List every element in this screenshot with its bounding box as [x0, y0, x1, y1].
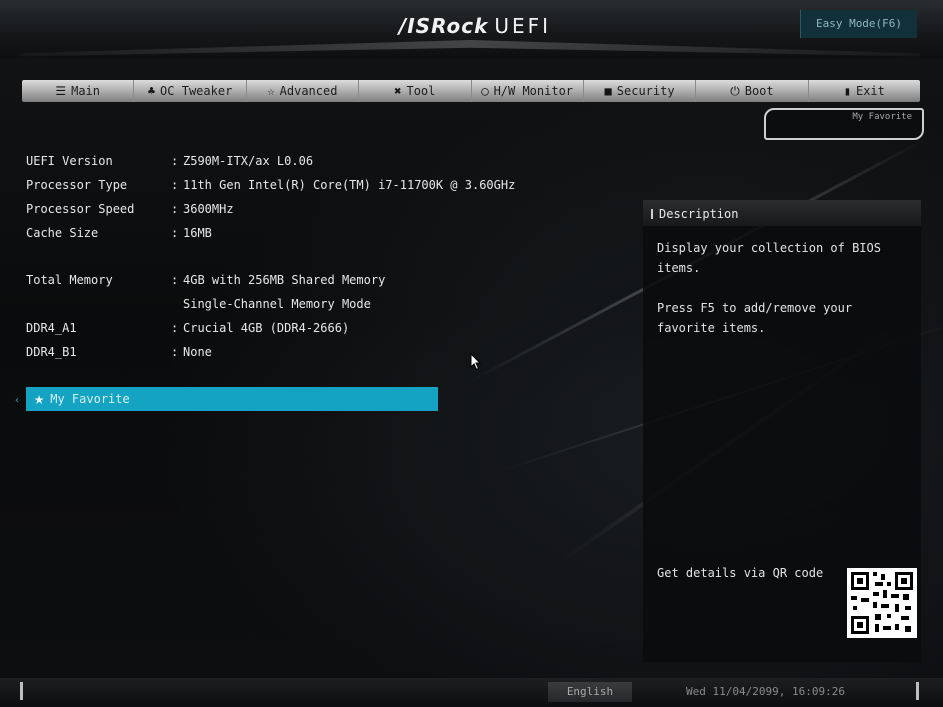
my-favorite-item-label: My Favorite	[50, 392, 130, 406]
colon: :	[171, 345, 179, 359]
colon: :	[171, 178, 179, 192]
my-favorite-badge[interactable]: My Favorite	[764, 108, 924, 140]
mouse-cursor-icon	[470, 353, 482, 371]
info-cache-size: Cache Size:16MB	[26, 226, 212, 240]
star-icon: ★	[34, 389, 45, 409]
tab-security[interactable]: ■ Security	[584, 80, 697, 102]
tab-hw-monitor[interactable]: ◯ H/W Monitor	[472, 80, 584, 102]
description-hint: Press F5 to add/remove your favorite ite…	[657, 301, 853, 335]
tools-icon: ✖	[394, 84, 402, 98]
description-title: Description	[659, 207, 739, 221]
info-label: DDR4_B1	[26, 345, 77, 359]
header-decoration	[20, 40, 920, 57]
shield-icon: ■	[604, 84, 612, 98]
tab-oc-tweaker[interactable]: ♣ OC Tweaker	[134, 80, 247, 102]
info-value: 4GB with 256MB Shared Memory	[183, 273, 386, 287]
colon: :	[171, 154, 179, 168]
uefi-screen: /ISRock UEFI Easy Mode(F6) ☰ Main ♣ OC Twea…	[0, 0, 943, 707]
tab-label: H/W Monitor	[493, 84, 574, 98]
my-favorite-item[interactable]: ★ My Favorite	[26, 387, 438, 411]
tab-boot[interactable]: ⏻ Boot	[696, 80, 809, 102]
info-total-memory: Total Memory:4GB with 256MB Shared Memor…	[26, 273, 385, 287]
info-memory-mode: Single-Channel Memory Mode	[183, 297, 371, 311]
info-label: UEFI Version	[26, 154, 113, 168]
fan-icon: ♣	[147, 84, 156, 98]
tab-label: Tool	[406, 84, 436, 98]
tab-exit[interactable]: ▮ Exit	[809, 80, 920, 102]
tab-label: Main	[71, 84, 101, 98]
colon: :	[171, 202, 179, 216]
info-value: Z590M-ITX/ax L0.06	[183, 154, 314, 168]
tab-label: OC Tweaker	[160, 84, 233, 98]
info-label: Total Memory	[26, 273, 113, 287]
info-ddr4-a1: DDR4_A1: Crucial 4GB (DDR4-2666)	[26, 321, 349, 335]
main-tab-bar: ☰ Main ♣ OC Tweaker ☆ Advanced ✖ Tool ◯ H/W M…	[22, 80, 920, 102]
tab-label: Exit	[855, 84, 885, 98]
list-icon: ☰	[55, 84, 67, 98]
info-processor-speed: Processor Speed:3600MHz	[26, 202, 234, 216]
colon: :	[171, 273, 179, 287]
info-value: None	[183, 345, 212, 359]
qr-label: Get details via QR code	[657, 566, 824, 580]
qr-code-icon	[847, 568, 917, 638]
description-header: Description	[643, 200, 921, 226]
description-panel: Description Display your collection of B…	[643, 200, 921, 662]
bottom-right-marker	[916, 682, 919, 700]
info-label: DDR4_A1	[26, 321, 77, 335]
selection-marker-icon: ‹	[14, 395, 21, 406]
top-header: /ISRock UEFI Easy Mode(F6)	[0, 0, 943, 58]
monitor-icon: ◯	[481, 84, 489, 98]
info-value: 16MB	[183, 226, 212, 240]
brand-name: /ISRock	[398, 14, 489, 38]
info-value: Single-Channel Memory Mode	[183, 297, 371, 311]
tab-advanced[interactable]: ☆ Advanced	[247, 80, 360, 102]
star-icon: ☆	[267, 84, 275, 98]
info-label: Processor Speed	[26, 202, 135, 216]
my-favorite-badge-label: My Favorite	[852, 112, 912, 122]
header-bar-icon	[651, 209, 653, 219]
tab-label: Boot	[744, 84, 774, 98]
tab-label: Security	[616, 84, 675, 98]
tab-main[interactable]: ☰ Main	[22, 80, 135, 102]
exit-icon: ▮	[843, 84, 851, 98]
language-selector[interactable]: English	[548, 682, 632, 702]
tab-tool[interactable]: ✖ Tool	[359, 80, 472, 102]
info-value: 3600MHz	[183, 202, 234, 216]
system-datetime: Wed 11/04/2099, 16:09:26	[686, 685, 845, 698]
info-value: 11th Gen Intel(R) Core(TM) i7-11700K @ 3…	[183, 178, 516, 192]
power-icon: ⏻	[730, 83, 740, 98]
tab-label: Advanced	[279, 84, 338, 98]
brand-suffix: UEFI	[494, 14, 552, 38]
info-processor-type: Processor Type:11th Gen Intel(R) Core(TM…	[26, 178, 515, 192]
bottom-left-marker	[20, 682, 23, 700]
description-text: Display your collection of BIOS items.	[657, 241, 881, 275]
info-label: Processor Type	[26, 178, 128, 192]
colon: :	[171, 321, 179, 335]
info-ddr4-b1: DDR4_B1: None	[26, 345, 212, 359]
info-uefi-version: UEFI Version: Z590M-ITX/ax L0.06	[26, 154, 313, 168]
easy-mode-button[interactable]: Easy Mode(F6)	[800, 10, 917, 38]
info-value: Crucial 4GB (DDR4-2666)	[183, 321, 350, 335]
info-label: Cache Size	[26, 226, 99, 240]
colon: :	[171, 226, 179, 240]
